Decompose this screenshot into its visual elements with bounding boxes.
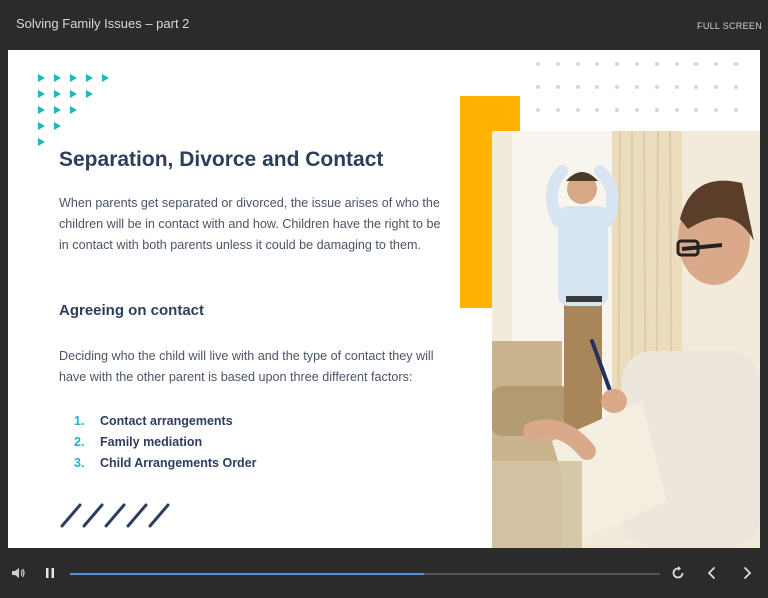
- triangle-decoration: [38, 106, 45, 114]
- dot-decoration: [555, 62, 560, 66]
- prev-icon[interactable]: [704, 565, 720, 581]
- section-subheading: Agreeing on contact: [59, 302, 205, 319]
- list-label: Contact arrangements: [100, 413, 233, 428]
- dot-decoration: [575, 108, 580, 112]
- list-number: 2.: [74, 434, 85, 449]
- dot-decoration: [714, 108, 719, 112]
- dot-decoration: [575, 85, 580, 89]
- triangle-decoration: [86, 74, 93, 82]
- slash-lines-decoration: [60, 503, 170, 528]
- list-label: Child Arrangements Order: [100, 455, 257, 470]
- triangle-decoration: [38, 90, 45, 98]
- volume-icon[interactable]: [10, 565, 26, 581]
- dot-decoration: [536, 108, 540, 112]
- list-label: Family mediation: [100, 434, 203, 449]
- next-icon[interactable]: [739, 565, 755, 581]
- dot-decoration: [635, 62, 639, 66]
- course-player: Solving Family Issues – part 2 FULL SCRE…: [0, 0, 768, 598]
- dot-decoration: [654, 108, 659, 112]
- dot-decoration: [595, 62, 600, 66]
- counseling-illustration: [492, 131, 760, 548]
- triangle-decoration: [86, 90, 93, 98]
- dot-decoration: [635, 108, 639, 112]
- dot-decoration: [615, 108, 620, 112]
- dot-decoration: [654, 85, 659, 89]
- triangle-decoration: [38, 74, 45, 82]
- dot-decoration: [635, 85, 639, 89]
- course-title: Solving Family Issues – part 2: [16, 16, 190, 31]
- pause-icon[interactable]: [42, 565, 58, 581]
- dot-decoration: [555, 85, 560, 89]
- dot-decoration: [734, 85, 738, 89]
- dot-decoration: [555, 108, 560, 112]
- dot-decoration: [734, 62, 738, 66]
- dot-decoration: [714, 85, 719, 89]
- triangle-decoration: [70, 90, 77, 98]
- dot-decoration: [694, 108, 699, 112]
- fullscreen-button[interactable]: FULL SCREEN: [697, 21, 762, 31]
- dot-decoration: [694, 62, 699, 66]
- dot-decoration: [575, 62, 580, 66]
- dot-decoration: [595, 108, 600, 112]
- dot-decoration: [674, 108, 679, 112]
- factors-list: 1. Contact arrangements 2. Family mediatio…: [74, 410, 257, 473]
- dot-decoration: [734, 108, 738, 112]
- list-number: 1.: [74, 413, 85, 428]
- dot-decoration: [654, 62, 659, 66]
- dot-decoration: [536, 62, 540, 66]
- triangle-decoration: [54, 74, 61, 82]
- slide: Separation, Divorce and Contact When par…: [8, 50, 760, 548]
- dot-decoration: [674, 62, 679, 66]
- progress-fill: [70, 573, 424, 575]
- triangle-decoration: [102, 74, 109, 82]
- list-item: 1. Contact arrangements: [74, 410, 257, 431]
- dot-decoration: [595, 85, 600, 89]
- dot-decoration: [694, 85, 699, 89]
- triangle-decoration: [54, 90, 61, 98]
- intro-paragraph: When parents get separated or divorced, …: [59, 196, 441, 252]
- list-item: 2. Family mediation: [74, 431, 257, 452]
- factors-paragraph: Deciding who the child will live with an…: [59, 349, 434, 384]
- dot-decoration: [714, 62, 719, 66]
- triangle-decoration: [54, 106, 61, 114]
- dot-decoration: [615, 62, 620, 66]
- top-bar: Solving Family Issues – part 2 FULL SCRE…: [0, 0, 768, 50]
- list-number: 3.: [74, 455, 85, 470]
- dot-decoration: [615, 85, 620, 89]
- list-item: 3. Child Arrangements Order: [74, 452, 257, 473]
- triangle-decoration: [70, 74, 77, 82]
- counseling-photo: [492, 131, 760, 548]
- slide-heading: Separation, Divorce and Contact: [59, 148, 384, 171]
- triangle-decoration: [54, 122, 61, 130]
- triangle-decoration: [38, 138, 45, 146]
- dot-decoration: [536, 85, 540, 89]
- bottom-controls-bar: [0, 548, 768, 598]
- triangle-decoration: [38, 122, 45, 130]
- replay-icon[interactable]: [670, 565, 686, 581]
- progress-bar[interactable]: [70, 573, 660, 575]
- dot-decoration: [674, 85, 679, 89]
- triangle-decoration: [70, 106, 77, 114]
